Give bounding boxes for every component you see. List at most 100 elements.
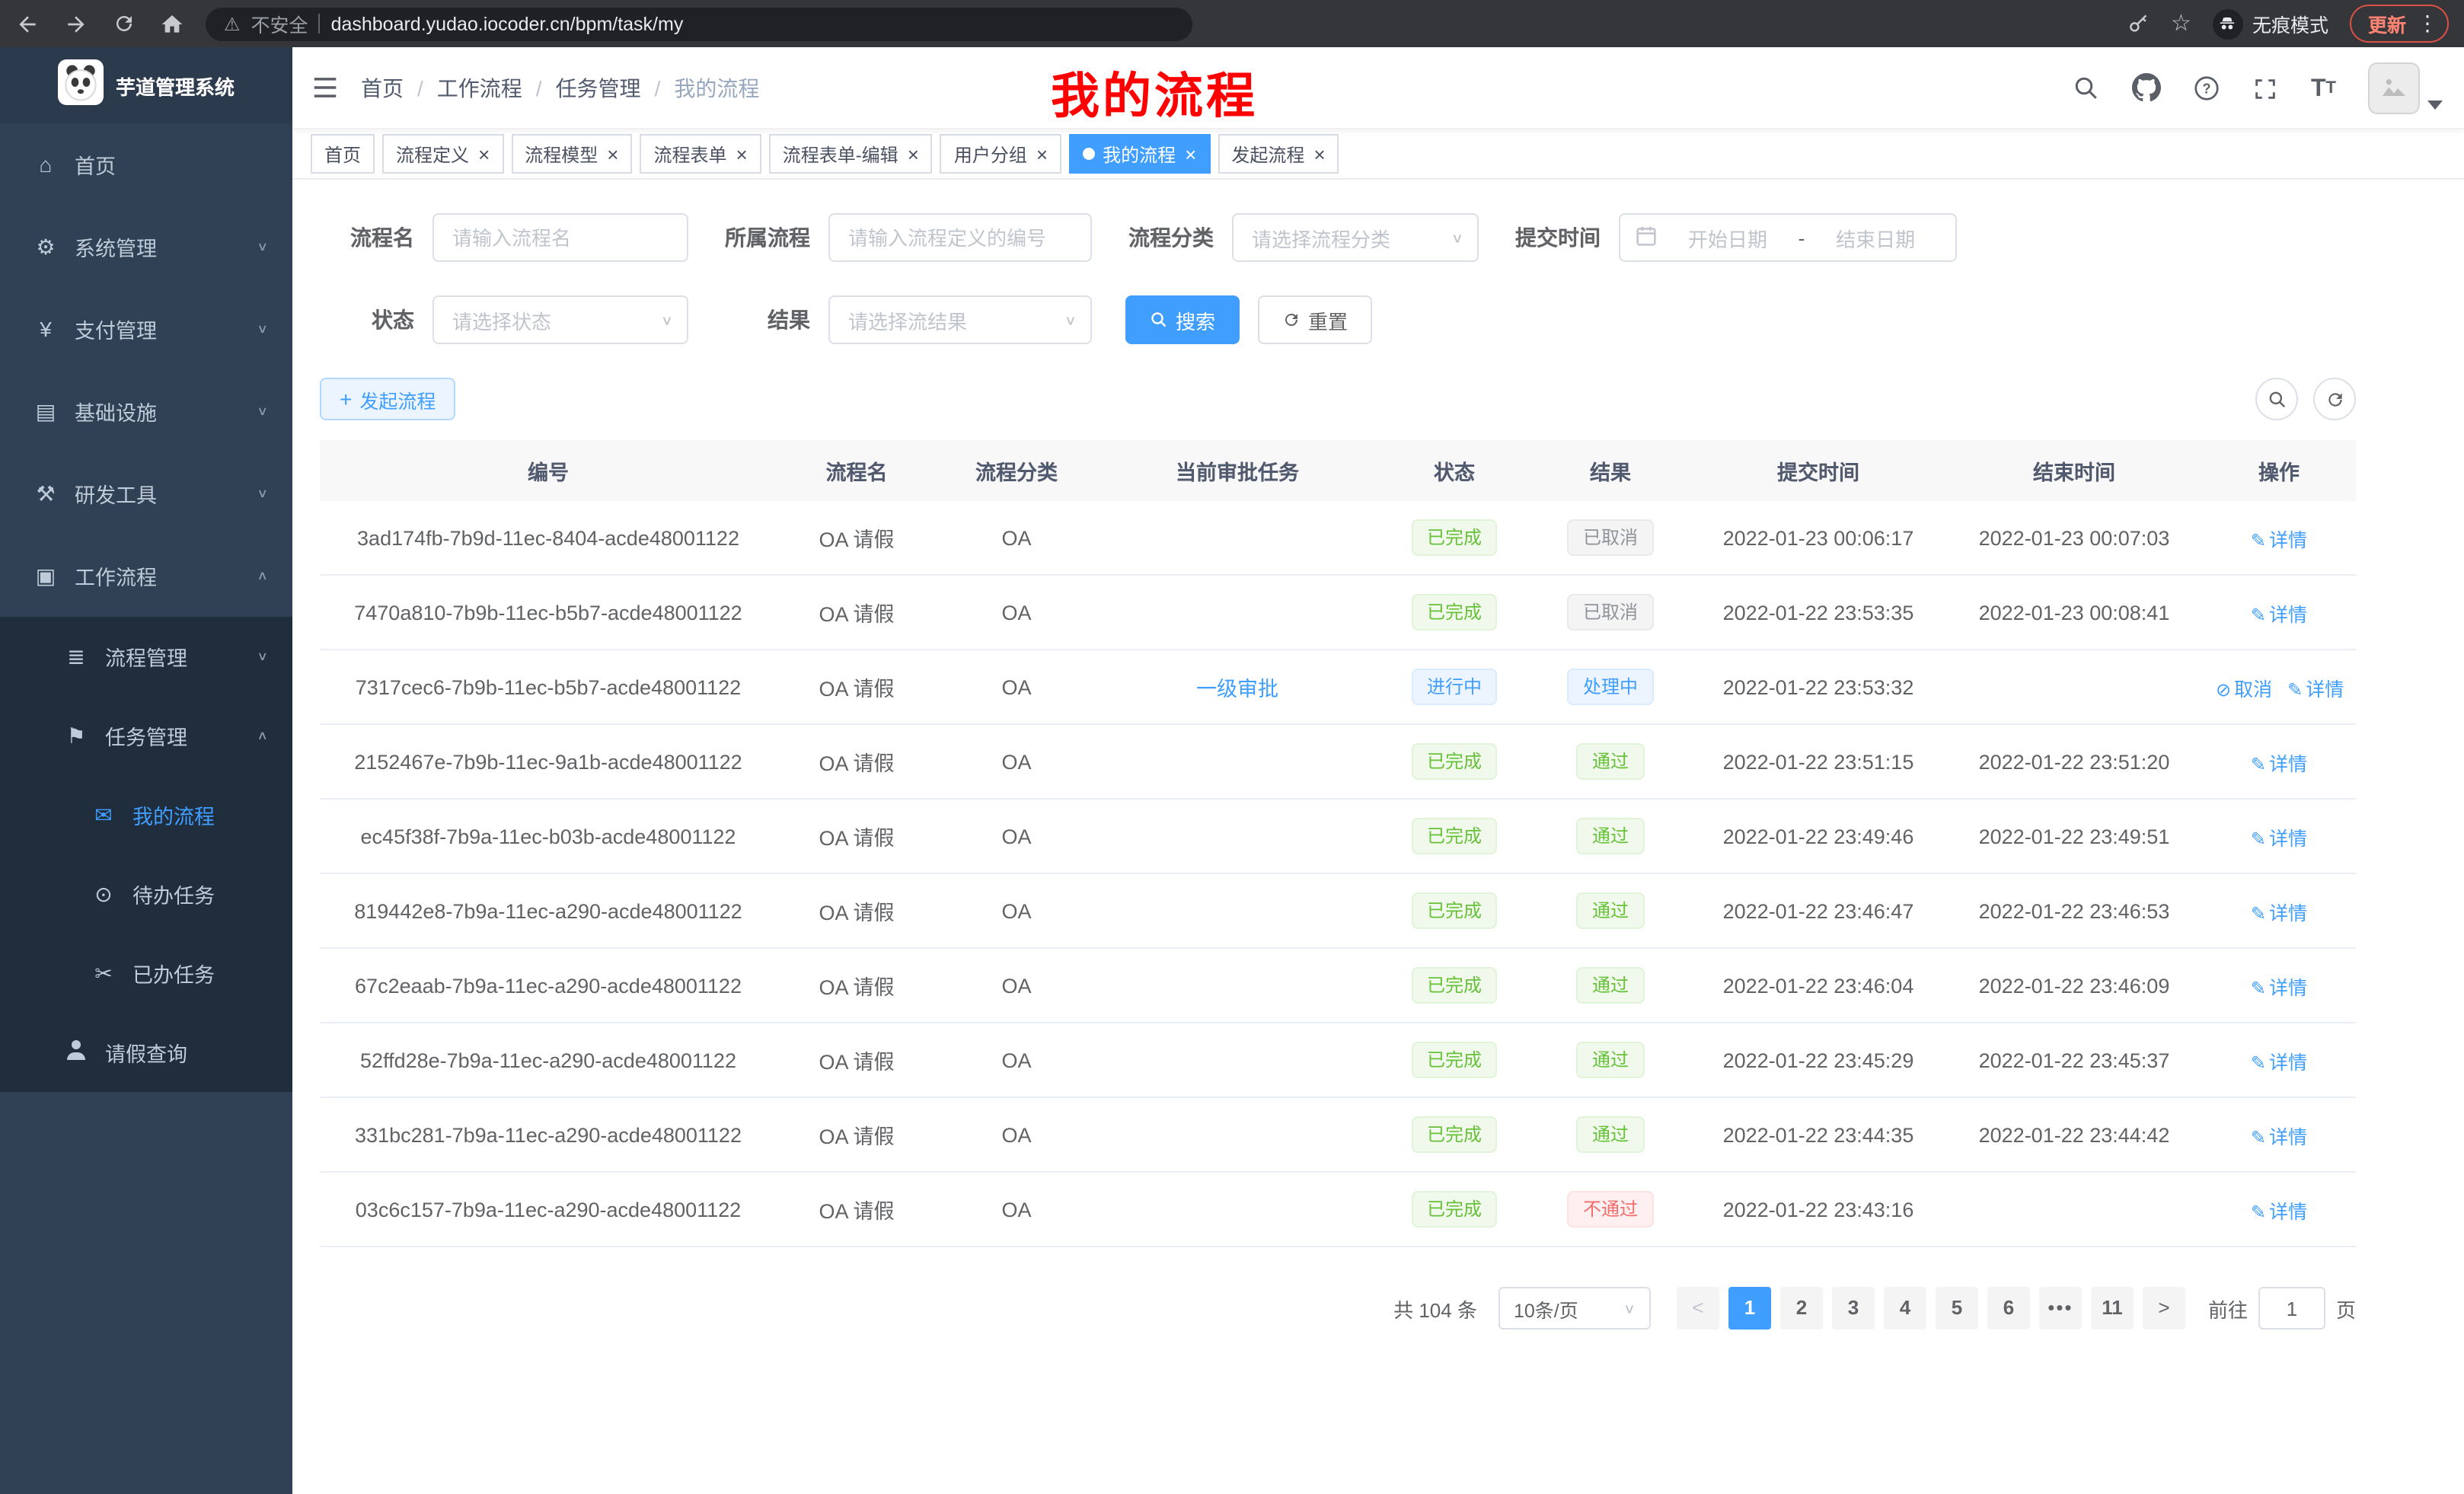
close-icon[interactable]: × [1036,144,1048,164]
page-button-5[interactable]: 5 [1936,1287,1978,1330]
detail-link[interactable]: ✎详情 [2287,678,2344,700]
cancel-link[interactable]: ⊘取消 [2216,678,2272,700]
detail-link[interactable]: ✎详情 [2251,1201,2307,1222]
close-icon[interactable]: × [1185,144,1196,164]
process-name-input[interactable] [432,213,688,262]
cell-submit-time: 2022-01-22 23:43:16 [1690,1172,1946,1247]
search-button[interactable]: 搜索 [1125,295,1240,344]
app-title: 芋道管理系统 [116,71,235,100]
column-result: 结果 [1530,440,1690,501]
submit-time-range-picker[interactable]: 开始日期 - 结束日期 [1619,213,1957,262]
reload-icon[interactable] [113,12,136,35]
address-bar[interactable]: ⚠ 不安全 dashboard.yudao.iocoder.cn/bpm/tas… [206,7,1192,40]
github-icon[interactable] [2133,72,2162,101]
bookmark-star-icon[interactable]: ☆ [2171,12,2191,35]
user-avatar[interactable] [2368,62,2443,113]
close-icon[interactable]: × [908,144,919,164]
cell-status: 已完成 [1378,1172,1530,1247]
font-size-icon[interactable]: TT [2311,77,2336,101]
tab-my-process[interactable]: 我的流程× [1069,134,1210,174]
sidebar-item-process-mgmt[interactable]: ≣流程管理∨ [0,617,292,696]
sidebar-item-task-mgmt[interactable]: ⚑任务管理∧ [0,696,292,775]
cell-category: OA [937,501,1096,575]
sidebar-item-devtools[interactable]: ⚒研发工具∨ [0,452,292,535]
sidebar-item-payment[interactable]: ¥支付管理∨ [0,288,292,370]
detail-link[interactable]: ✎详情 [2251,902,2307,924]
search-icon[interactable] [2073,74,2101,101]
update-button[interactable]: 更新 ⋮ [2350,5,2449,43]
status-badge: 已完成 [1412,818,1497,854]
page-button-1[interactable]: 1 [1728,1287,1771,1330]
tab-home[interactable]: 首页 [311,134,375,174]
detail-link[interactable]: ✎详情 [2251,1052,2307,1073]
close-icon[interactable]: × [736,144,748,164]
page-button-3[interactable]: 3 [1832,1287,1875,1330]
sidebar-item-leave-query[interactable]: 请假查询 [0,1013,292,1092]
sidebar-item-todo-tasks[interactable]: ⊙待办任务 [0,854,292,934]
forward-icon[interactable] [64,11,88,36]
tab-start-process[interactable]: 发起流程× [1218,134,1339,174]
cell-current-task [1096,501,1378,575]
detail-link[interactable]: ✎详情 [2251,828,2307,849]
cell-current-task [1096,1023,1378,1097]
fullscreen-icon[interactable] [2253,75,2279,101]
page-size-select[interactable]: 10条/页 ∨ [1499,1287,1651,1330]
page-button-6[interactable]: 6 [1987,1287,2030,1330]
page-button-2[interactable]: 2 [1780,1287,1823,1330]
cell-status: 已完成 [1378,1097,1530,1172]
key-icon[interactable] [2127,12,2150,35]
breadcrumb-item[interactable]: 任务管理 [556,72,641,103]
breadcrumb-item[interactable]: 工作流程 [437,72,522,103]
detail-link[interactable]: ✎详情 [2251,529,2307,551]
close-icon[interactable]: × [1313,144,1325,164]
detail-link[interactable]: ✎详情 [2251,604,2307,625]
close-icon[interactable]: × [607,144,618,164]
status-select[interactable]: 请选择状态 ∨ [432,295,688,344]
back-icon[interactable] [15,11,40,36]
result-select[interactable]: 请选择流结果 ∨ [828,295,1092,344]
goto-page-input[interactable] [2258,1287,2325,1330]
cell-name: OA 请假 [777,873,937,948]
tab-process-definition[interactable]: 流程定义× [382,134,503,174]
process-definition-input[interactable] [828,213,1092,262]
sidebar-item-done-tasks[interactable]: ✂已办任务 [0,934,292,1013]
help-icon[interactable]: ? [2194,74,2221,101]
reset-button[interactable]: 重置 [1258,295,1372,344]
current-task-link[interactable]: 一级审批 [1196,678,1278,701]
hamburger-icon[interactable] [311,73,340,102]
toggle-search-button[interactable] [2255,378,2298,420]
prev-page-button[interactable]: < [1677,1287,1719,1330]
home-icon[interactable] [160,11,184,36]
create-process-button[interactable]: + 发起流程 [320,378,455,420]
sidebar-item-my-process[interactable]: ✉我的流程 [0,775,292,854]
sidebar-item-infra[interactable]: ▤基础设施∨ [0,370,292,452]
tab-process-model[interactable]: 流程模型× [511,134,632,174]
detail-link[interactable]: ✎详情 [2251,977,2307,998]
cell-end-time: 2022-01-22 23:46:53 [1946,873,2202,948]
refresh-table-button[interactable] [2313,378,2356,420]
sidebar-item-home[interactable]: ⌂首页 [0,123,292,206]
pagination-more[interactable]: ••• [2039,1287,2082,1330]
tab-process-form[interactable]: 流程表单× [640,134,761,174]
tab-process-form-edit[interactable]: 流程表单-编辑× [769,134,933,174]
page-button-11[interactable]: 11 [2091,1287,2134,1330]
create-process-label: 发起流程 [359,385,436,413]
category-select[interactable]: 请选择流程分类 ∨ [1232,213,1479,262]
cell-category: OA [937,948,1096,1023]
detail-link[interactable]: ✎详情 [2251,753,2307,774]
column-name: 流程名 [777,440,937,501]
app-logo-row[interactable]: 芋道管理系统 [0,47,292,123]
breadcrumb-item[interactable]: 首页 [361,72,404,103]
detail-link[interactable]: ✎详情 [2251,1126,2307,1148]
page-button-4[interactable]: 4 [1884,1287,1926,1330]
cell-id: 2152467e-7b9b-11ec-9a1b-acde48001122 [320,724,777,799]
browser-menu-kebab-icon[interactable]: ⋮ [2417,11,2438,37]
next-page-button[interactable]: > [2143,1287,2185,1330]
sidebar-item-system[interactable]: ⚙系统管理∨ [0,206,292,288]
tab-user-group[interactable]: 用户分组× [940,134,1061,174]
chevron-up-icon: ∧ [257,729,268,742]
sidebar-item-workflow[interactable]: ▣工作流程∧ [0,535,292,617]
reset-button-label: 重置 [1308,305,1348,334]
process-list-icon: ≣ [61,643,91,669]
close-icon[interactable]: × [478,144,490,164]
